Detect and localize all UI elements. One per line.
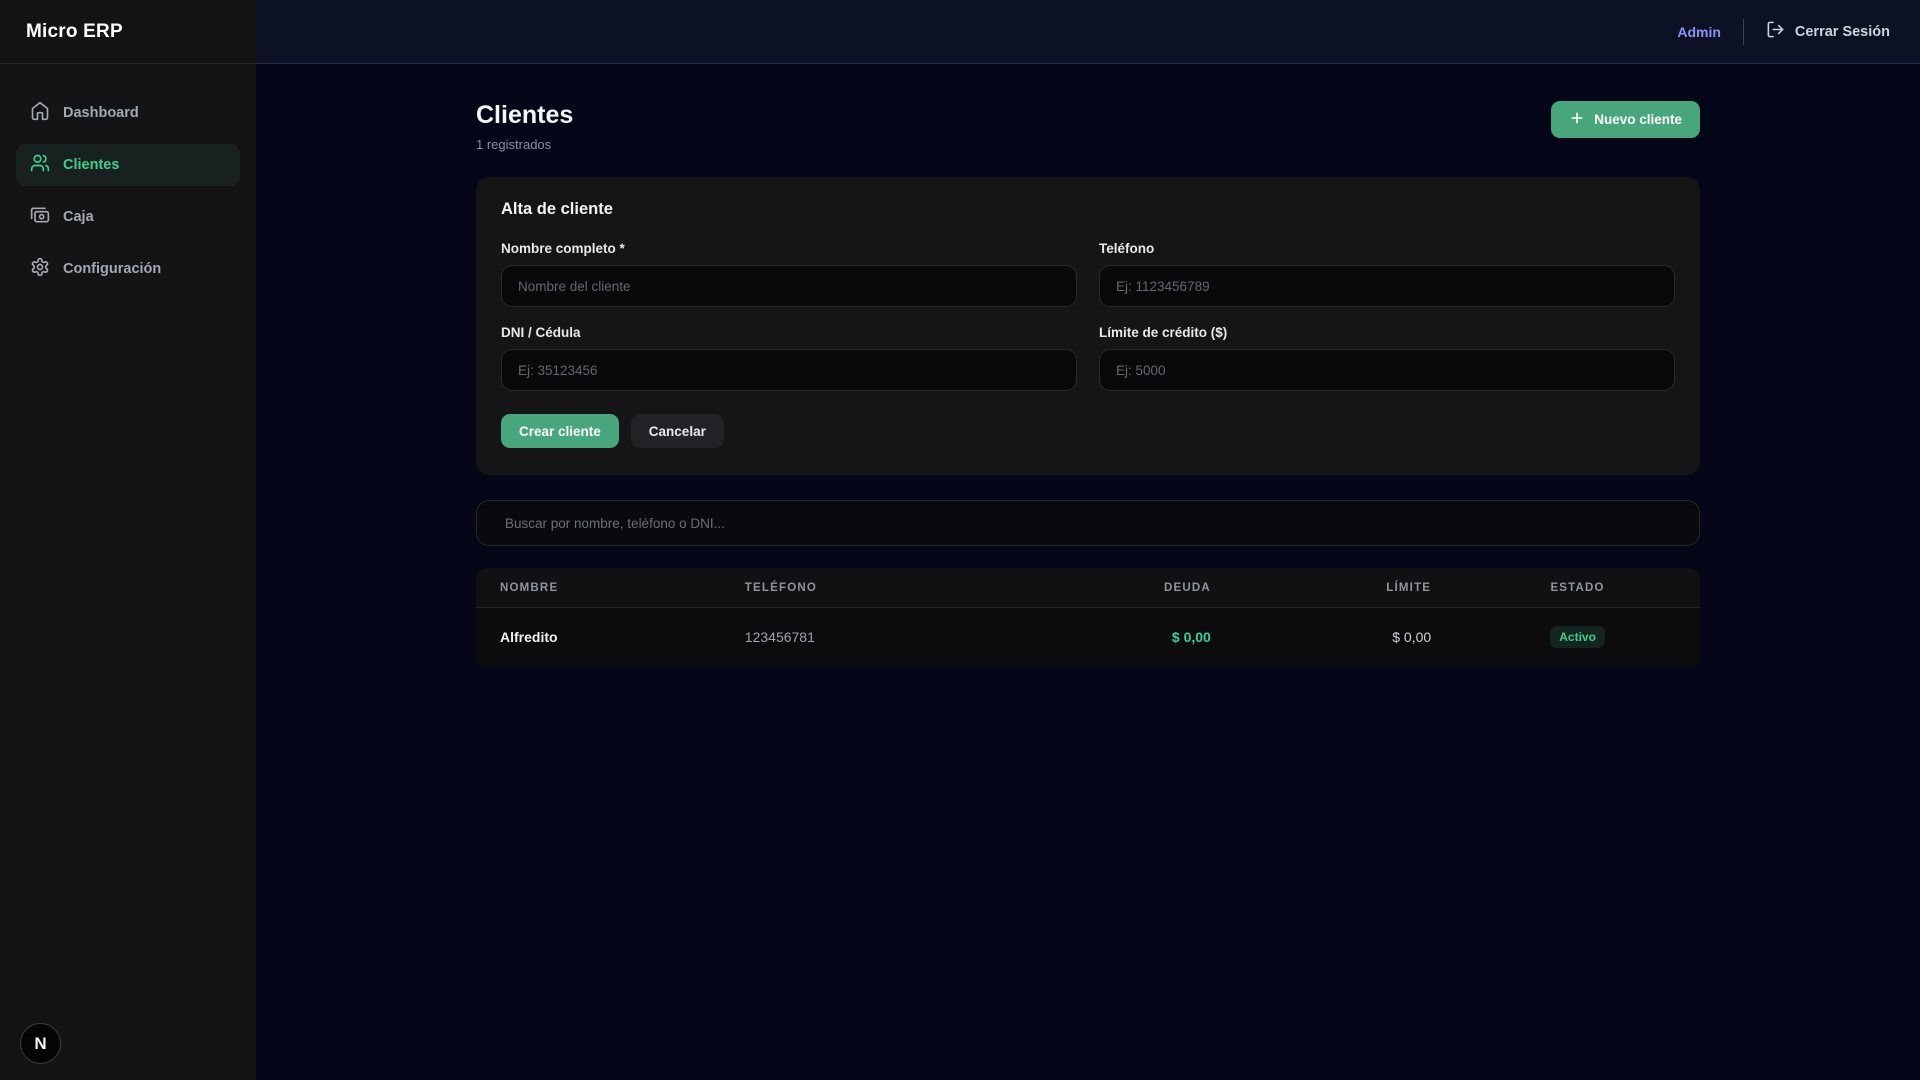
app-title: Micro ERP [0, 0, 256, 64]
client-status-cell: Activo [1455, 608, 1700, 667]
logout-button[interactable]: Cerrar Sesión [1766, 20, 1890, 43]
new-client-form-card: Alta de cliente Nombre completo * Teléfo… [476, 177, 1700, 475]
field-limite-credito: Límite de crédito ($) [1099, 307, 1675, 391]
avatar-letter: N [34, 1034, 46, 1054]
dni-input[interactable] [501, 349, 1077, 391]
topbar: Admin Cerrar Sesión [256, 0, 1920, 64]
telefono-input[interactable] [1099, 265, 1675, 307]
field-label: Nombre completo * [501, 241, 1077, 256]
client-name-cell: Alfredito [476, 608, 721, 667]
limite-credito-input[interactable] [1099, 349, 1675, 391]
sidebar-item-dashboard[interactable]: Dashboard [16, 92, 240, 134]
new-client-label: Nuevo cliente [1594, 112, 1682, 127]
sidebar-item-label: Dashboard [63, 105, 139, 121]
create-client-button[interactable]: Crear cliente [501, 414, 619, 448]
sidebar: Micro ERP Dashboard Clientes Caja Config… [0, 0, 256, 1080]
client-debt-cell: $ 0,00 [1015, 608, 1235, 667]
client-limit-cell: $ 0,00 [1235, 608, 1455, 667]
status-badge: Activo [1550, 626, 1605, 648]
cancel-button[interactable]: Cancelar [631, 414, 724, 448]
column-header-deuda: Deuda [1015, 568, 1235, 608]
client-phone-cell: 123456781 [721, 608, 1015, 667]
sidebar-item-caja[interactable]: Caja [16, 196, 240, 238]
field-label: Límite de crédito ($) [1099, 325, 1675, 340]
column-header-estado: Estado [1455, 568, 1700, 608]
page-header: Clientes 1 registrados Nuevo cliente [476, 101, 1700, 152]
form-actions: Crear cliente Cancelar [501, 414, 1675, 448]
sidebar-item-label: Caja [63, 209, 94, 225]
column-header-nombre: Nombre [476, 568, 721, 608]
table-row[interactable]: Alfredito 123456781 $ 0,00 $ 0,00 Activo [476, 608, 1700, 667]
logout-label: Cerrar Sesión [1795, 24, 1890, 40]
field-telefono: Teléfono [1099, 223, 1675, 307]
avatar[interactable]: N [20, 1023, 61, 1064]
sidebar-item-configuracion[interactable]: Configuración [16, 248, 240, 290]
sidebar-nav: Dashboard Clientes Caja Configuración [0, 64, 256, 318]
field-label: Teléfono [1099, 241, 1675, 256]
new-client-button[interactable]: Nuevo cliente [1551, 101, 1700, 138]
home-icon [30, 101, 50, 125]
column-header-limite: Límite [1235, 568, 1455, 608]
main-content: Clientes 1 registrados Nuevo cliente Alt… [256, 64, 1920, 1080]
field-label: DNI / Cédula [501, 325, 1077, 340]
nombre-completo-input[interactable] [501, 265, 1077, 307]
field-nombre-completo: Nombre completo * [501, 223, 1077, 307]
sidebar-item-label: Configuración [63, 261, 161, 277]
sidebar-item-label: Clientes [63, 157, 119, 173]
users-icon [30, 153, 50, 177]
logout-icon [1766, 20, 1785, 43]
gear-icon [30, 257, 50, 281]
clients-table: Nombre Teléfono Deuda Límite Estado Alfr… [476, 568, 1700, 666]
table-header-row: Nombre Teléfono Deuda Límite Estado [476, 568, 1700, 608]
cash-icon [30, 205, 50, 229]
form-title: Alta de cliente [501, 200, 1675, 219]
sidebar-item-clientes[interactable]: Clientes [16, 144, 240, 186]
page-title: Clientes [476, 101, 573, 130]
search-input[interactable] [476, 500, 1700, 546]
column-header-telefono: Teléfono [721, 568, 1015, 608]
topbar-divider [1743, 19, 1744, 45]
field-dni: DNI / Cédula [501, 307, 1077, 391]
page-subtitle: 1 registrados [476, 137, 573, 152]
plus-icon [1569, 110, 1585, 129]
admin-user-link[interactable]: Admin [1677, 24, 1721, 40]
